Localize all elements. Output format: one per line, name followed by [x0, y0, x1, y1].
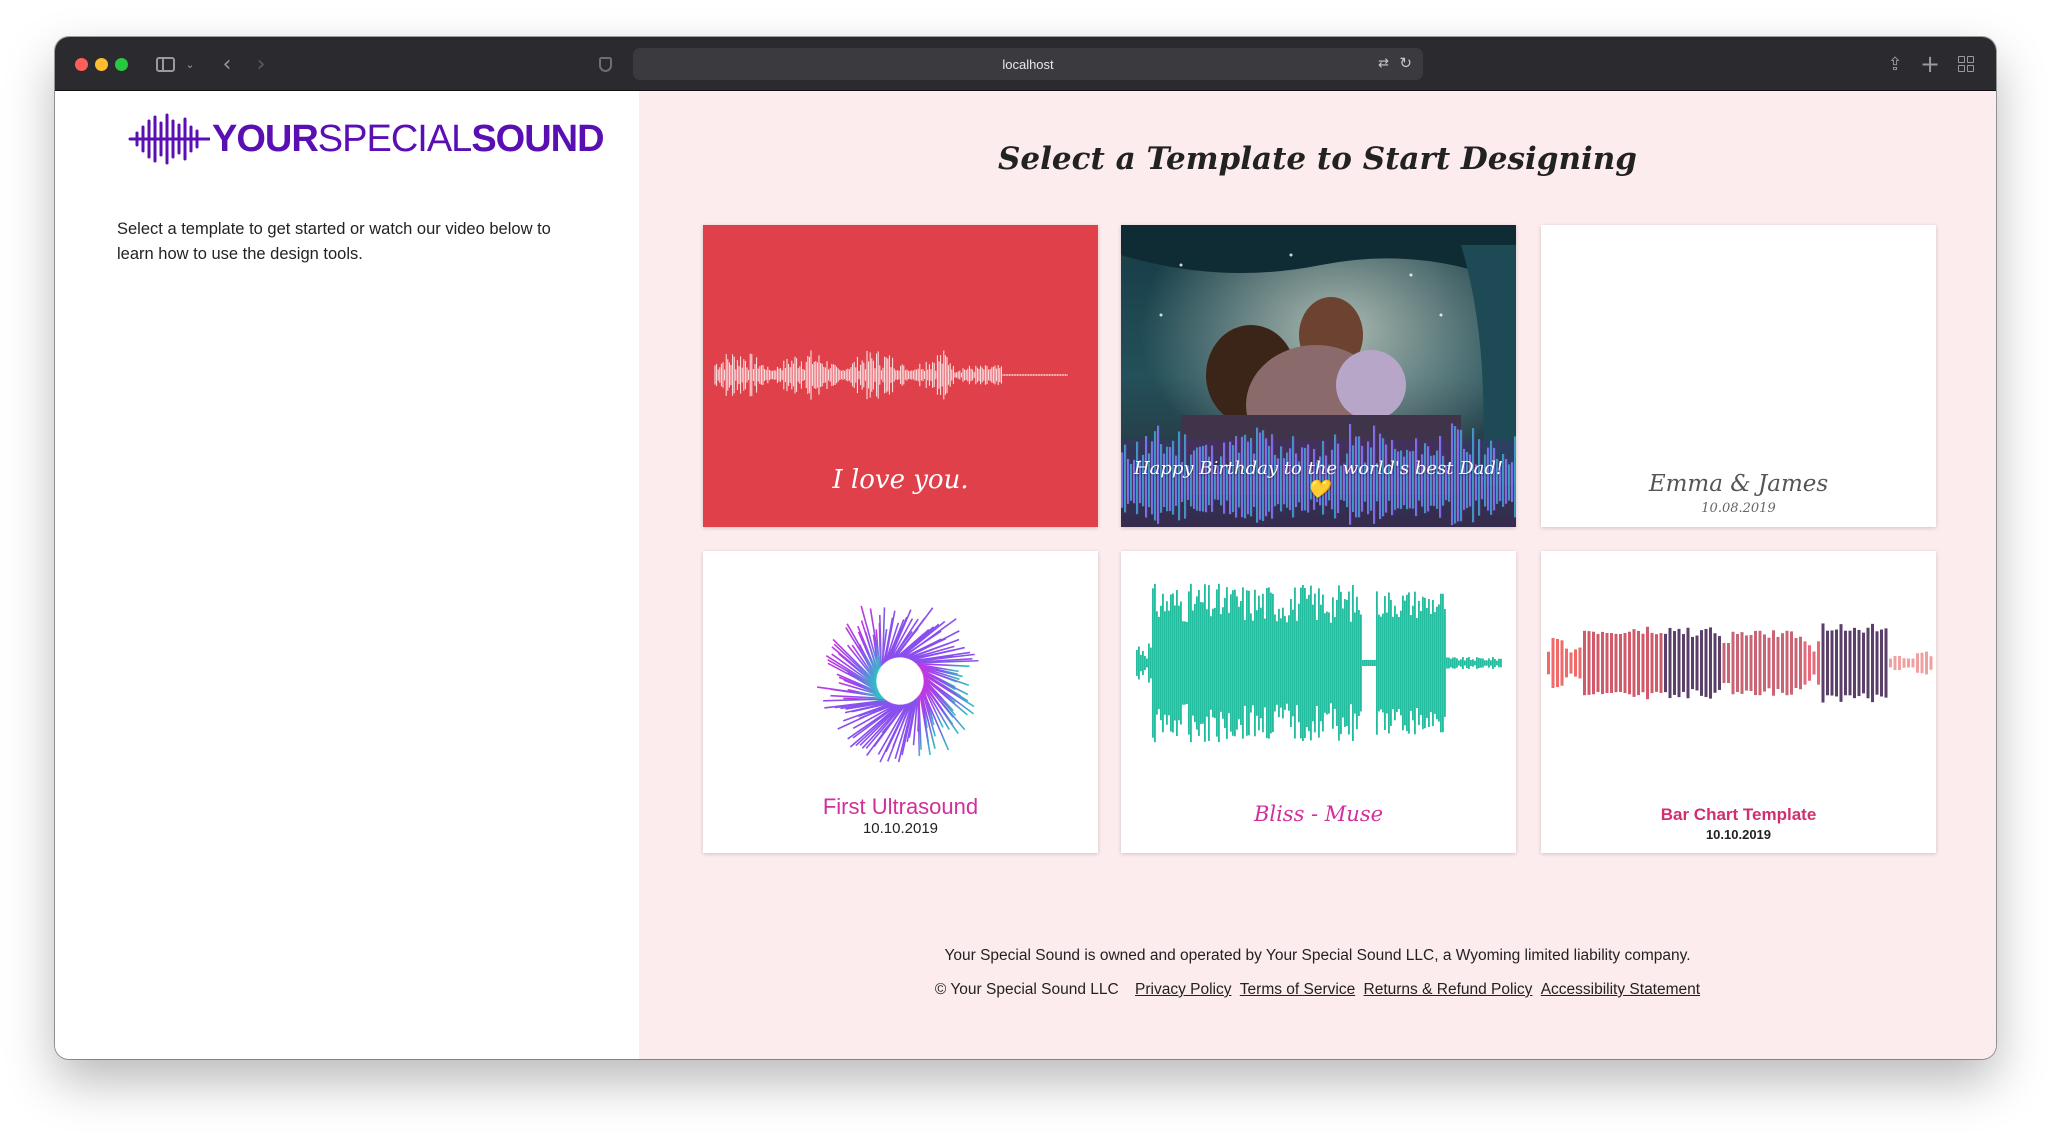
template-title: Bliss - Muse — [1253, 802, 1384, 826]
template-card-bliss-muse[interactable]: Bliss - Muse — [1121, 551, 1516, 853]
zoom-window-button[interactable] — [115, 58, 128, 71]
template-gallery: Select a Template to Start Designing I l… — [639, 91, 1996, 1059]
reload-icon[interactable]: ↻ — [1399, 54, 1412, 72]
translate-icon[interactable]: ⇄ — [1378, 56, 1389, 71]
share-icon[interactable]: ⇪ — [1885, 51, 1905, 77]
template-card-bar-chart[interactable]: Bar Chart Template 10.10.2019 — [1541, 551, 1936, 853]
footer-links: © Your Special Sound LLC Privacy Policy … — [639, 981, 1996, 999]
site-logo[interactable]: YOURSPECIALSOUND — [128, 113, 605, 165]
forward-arrow-icon[interactable]: › — [251, 51, 271, 77]
sidebar-toggle-icon[interactable] — [153, 51, 177, 77]
template-card-wedding[interactable]: Emma & James 10.08.2019 — [1541, 225, 1936, 527]
template-caption: Happy Birthday to the world's best Dad! … — [1133, 458, 1504, 500]
template-card-birthday-photo[interactable]: Happy Birthday to the world's best Dad! … — [1121, 225, 1516, 527]
copyright: © Your Special Sound LLC — [934, 981, 1119, 998]
minimize-window-button[interactable] — [95, 58, 108, 71]
new-tab-icon[interactable]: + — [1920, 50, 1940, 78]
browser-window: ⌄ ‹ › localhost ⇄ ↻ ⇪ + YOURSPECIALSOUND… — [55, 37, 1996, 1059]
url-text: localhost — [1002, 56, 1054, 72]
template-card-first-ultrasound[interactable]: First Ultrasound 10.10.2019 — [703, 551, 1098, 853]
tab-overview-icon[interactable] — [1956, 51, 1976, 77]
template-card-i-love-you[interactable]: I love you. — [703, 225, 1098, 527]
returns-refund-link[interactable]: Returns & Refund Policy — [1364, 981, 1533, 998]
accessibility-link[interactable]: Accessibility Statement — [1541, 981, 1700, 998]
browser-toolbar: ⌄ ‹ › localhost ⇄ ↻ ⇪ + — [55, 37, 1996, 91]
template-title: Emma & James — [1648, 471, 1829, 497]
template-caption: I love you. — [832, 465, 969, 495]
back-arrow-icon[interactable]: ‹ — [217, 51, 237, 77]
privacy-shield-icon[interactable] — [595, 51, 615, 77]
terms-of-service-link[interactable]: Terms of Service — [1240, 981, 1355, 998]
left-panel: YOURSPECIALSOUND Select a template to ge… — [55, 91, 639, 1059]
template-title: First Ultrasound — [822, 794, 979, 819]
address-bar[interactable]: localhost ⇄ ↻ — [633, 48, 1423, 80]
close-window-button[interactable] — [75, 58, 88, 71]
privacy-policy-link[interactable]: Privacy Policy — [1135, 981, 1231, 998]
intro-text: Select a template to get started or watc… — [117, 220, 551, 263]
logo-waveform-icon — [128, 113, 210, 165]
chevron-down-icon[interactable]: ⌄ — [183, 51, 197, 77]
template-title: Bar Chart Template — [1660, 805, 1817, 824]
page-title: Select a Template to Start Designing — [998, 141, 1637, 177]
template-date: 10.10.2019 — [862, 820, 939, 837]
logo-wordmark: YOURSPECIALSOUND — [212, 118, 605, 160]
template-date: 10.08.2019 — [1701, 501, 1776, 516]
footer-ownership: Your Special Sound is owned and operated… — [944, 947, 1691, 964]
template-date: 10.10.2019 — [1705, 827, 1772, 842]
